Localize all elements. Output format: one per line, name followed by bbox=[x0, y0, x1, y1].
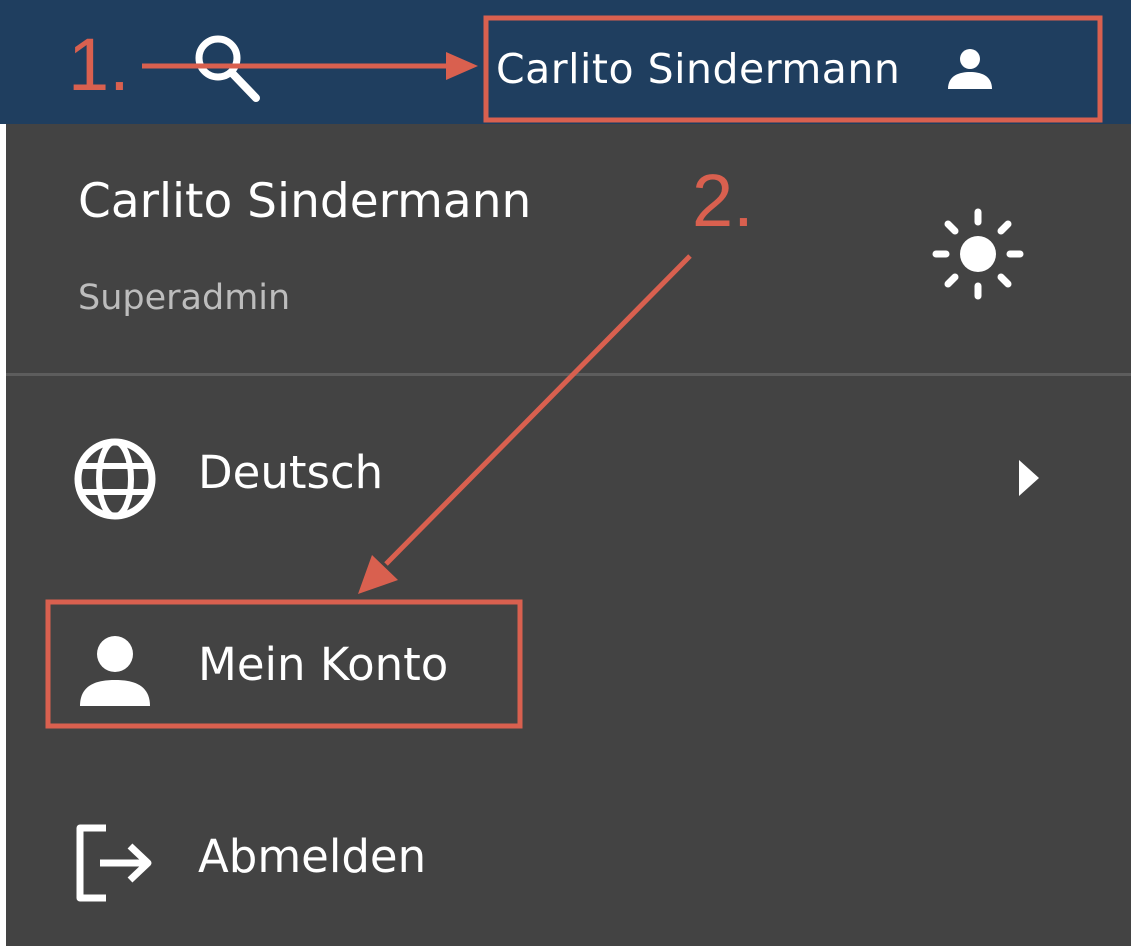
user-dropdown-menu: Carlito Sindermann Superadmin Deutsch Me… bbox=[6, 124, 1131, 946]
globe-icon bbox=[74, 438, 156, 520]
user-menu-button[interactable]: Carlito Sindermann bbox=[496, 24, 994, 114]
menu-item-label: Mein Konto bbox=[198, 638, 449, 691]
sun-icon bbox=[932, 208, 1024, 300]
menu-divider bbox=[6, 373, 1131, 376]
menu-item-logout[interactable]: Abmelden bbox=[6, 798, 1131, 918]
logout-icon bbox=[76, 824, 152, 902]
screenshot: Carlito Sindermann Carlito Sindermann Su… bbox=[0, 0, 1131, 946]
search-button[interactable] bbox=[186, 28, 266, 108]
search-icon bbox=[195, 35, 260, 102]
menu-item-my-account[interactable]: Mein Konto bbox=[6, 606, 1131, 726]
annotation-step-2: 2. bbox=[692, 159, 754, 242]
person-icon bbox=[80, 636, 150, 706]
menu-item-label: Abmelden bbox=[198, 830, 427, 883]
top-bar: Carlito Sindermann bbox=[0, 0, 1131, 124]
menu-user-name: Carlito Sindermann bbox=[78, 174, 532, 229]
theme-toggle-button[interactable] bbox=[930, 206, 1026, 302]
person-icon bbox=[948, 49, 993, 89]
menu-item-label: Deutsch bbox=[198, 446, 384, 499]
menu-item-language[interactable]: Deutsch bbox=[6, 414, 1131, 534]
annotation-step-1: 1. bbox=[68, 23, 130, 106]
menu-user-role: Superadmin bbox=[78, 278, 291, 318]
topbar-user-name: Carlito Sindermann bbox=[496, 45, 901, 93]
chevron-right-icon bbox=[1019, 460, 1039, 496]
